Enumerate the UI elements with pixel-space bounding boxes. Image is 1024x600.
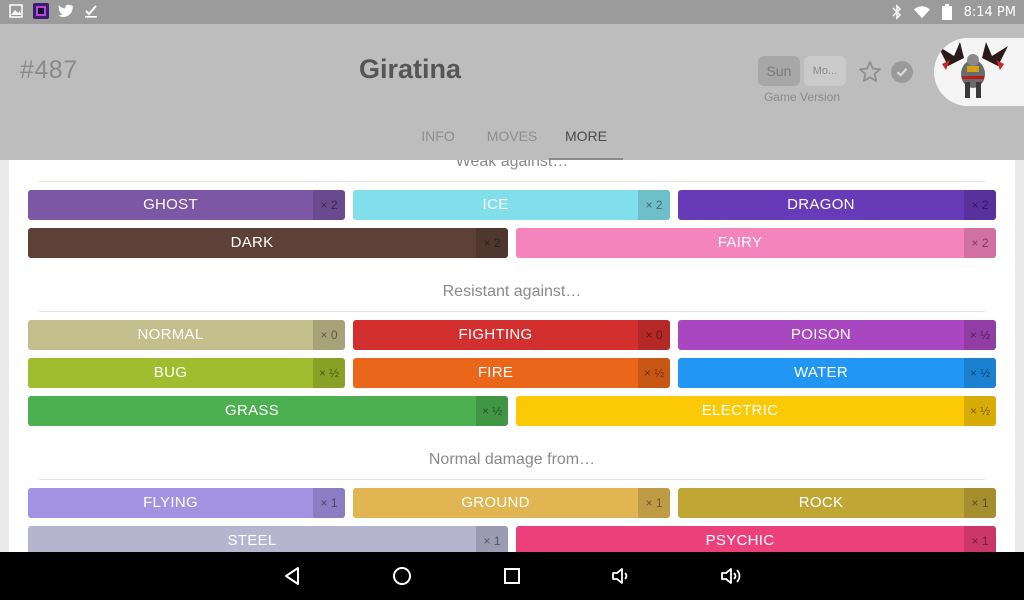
volume-up-icon[interactable] (720, 564, 744, 588)
type-label: GRASS (224, 402, 279, 419)
type-label: ELECTRIC (701, 402, 779, 419)
multiplier: × 1 (476, 526, 508, 552)
status-right-icons: 8:14 PM (889, 0, 1016, 24)
type-label: ICE (482, 196, 509, 213)
divider (39, 311, 985, 312)
type-chip-psychic[interactable]: PSYCHIC × 1 (516, 526, 996, 552)
type-label: STEEL (227, 532, 277, 549)
version-sun-button[interactable]: Sun (758, 56, 800, 86)
battery-icon (939, 4, 955, 20)
bluetooth-icon (889, 4, 905, 20)
task-check-icon (83, 3, 99, 19)
pokemon-avatar (934, 38, 1024, 106)
type-chip-ground[interactable]: GROUND × 1 (353, 488, 670, 518)
type-effectiveness-card: Weak against… GHOST × 2 ICE × 2 DRAGON × 2 … (9, 160, 1015, 552)
image-icon (8, 3, 24, 19)
status-bar: 8:14 PM (0, 0, 1024, 24)
tab-moves[interactable]: MOVES (485, 128, 539, 160)
app-icon (33, 3, 49, 19)
multiplier: × 2 (638, 190, 670, 220)
resistant-section-title: Resistant against… (442, 283, 582, 300)
status-time: 8:14 PM (963, 4, 1016, 20)
type-label: DARK (230, 234, 274, 251)
back-icon[interactable] (280, 564, 304, 588)
type-chip-fire[interactable]: FIRE × ½ (353, 358, 670, 388)
multiplier: × 2 (964, 228, 996, 258)
home-icon[interactable] (390, 564, 414, 588)
type-chip-ghost[interactable]: GHOST × 2 (28, 190, 345, 220)
multiplier: × ½ (638, 358, 670, 388)
type-chip-normal[interactable]: NORMAL × 0 (28, 320, 345, 350)
multiplier: × ½ (964, 396, 996, 426)
divider (39, 181, 985, 182)
weak-section-title: Weak against… (455, 160, 569, 170)
multiplier: × 1 (964, 526, 996, 552)
tab-more[interactable]: MORE (549, 128, 623, 160)
type-chip-dark[interactable]: DARK × 2 (28, 228, 508, 258)
type-label: WATER (794, 364, 848, 381)
divider (39, 479, 985, 480)
type-label: DRAGON (787, 196, 855, 213)
version-moon-button[interactable]: Mo... (804, 56, 846, 86)
twitter-icon (58, 3, 74, 19)
multiplier: × ½ (313, 358, 345, 388)
type-chip-electric[interactable]: ELECTRIC × ½ (516, 396, 996, 426)
multiplier: × 0 (313, 320, 345, 350)
normal-section-title: Normal damage from… (428, 451, 596, 468)
game-version-label: Game Version (763, 90, 841, 104)
type-label: FAIRY (717, 234, 763, 251)
volume-down-icon[interactable] (610, 564, 634, 588)
type-label: POISON (790, 326, 852, 343)
type-label: FLYING (143, 494, 198, 511)
recents-icon[interactable] (500, 564, 524, 588)
type-chip-poison[interactable]: POISON × ½ (678, 320, 996, 350)
multiplier: × 1 (964, 488, 996, 518)
type-chip-dragon[interactable]: DRAGON × 2 (678, 190, 996, 220)
check-circle-icon[interactable] (891, 61, 913, 83)
pokemon-name: Giratina (358, 54, 462, 84)
wifi-icon (913, 4, 930, 20)
type-label: ROCK (798, 494, 844, 511)
type-chip-grass[interactable]: GRASS × ½ (28, 396, 508, 426)
system-nav-bar (0, 552, 1024, 600)
type-chip-fairy[interactable]: FAIRY × 2 (516, 228, 996, 258)
dex-number: #487 (20, 56, 78, 84)
type-label: BUG (153, 364, 188, 381)
tab-bar: INFO MOVES MORE (0, 128, 1024, 160)
type-label: NORMAL (137, 326, 204, 343)
tab-info[interactable]: INFO (420, 128, 456, 160)
multiplier: × ½ (964, 358, 996, 388)
type-chip-flying[interactable]: FLYING × 1 (28, 488, 345, 518)
type-label: GROUND (461, 494, 530, 511)
type-chip-steel[interactable]: STEEL × 1 (28, 526, 508, 552)
multiplier: × 2 (476, 228, 508, 258)
multiplier: × 1 (313, 488, 345, 518)
multiplier: × 2 (964, 190, 996, 220)
star-icon[interactable] (858, 60, 882, 84)
type-chip-fighting[interactable]: FIGHTING × 0 (353, 320, 670, 350)
type-chip-rock[interactable]: ROCK × 1 (678, 488, 996, 518)
multiplier: × 1 (638, 488, 670, 518)
type-label: PSYCHIC (705, 532, 775, 549)
type-label: GHOST (143, 196, 198, 213)
type-chip-water[interactable]: WATER × ½ (678, 358, 996, 388)
status-left-icons (8, 3, 99, 19)
multiplier: × ½ (476, 396, 508, 426)
type-chip-ice[interactable]: ICE × 2 (353, 190, 670, 220)
type-label: FIGHTING (458, 326, 533, 343)
multiplier: × 2 (313, 190, 345, 220)
app-header: #487 Giratina Sun Mo... Game Version INF… (0, 24, 1024, 160)
multiplier: × ½ (964, 320, 996, 350)
type-label: FIRE (477, 364, 514, 381)
multiplier: × 0 (638, 320, 670, 350)
type-chip-bug[interactable]: BUG × ½ (28, 358, 345, 388)
